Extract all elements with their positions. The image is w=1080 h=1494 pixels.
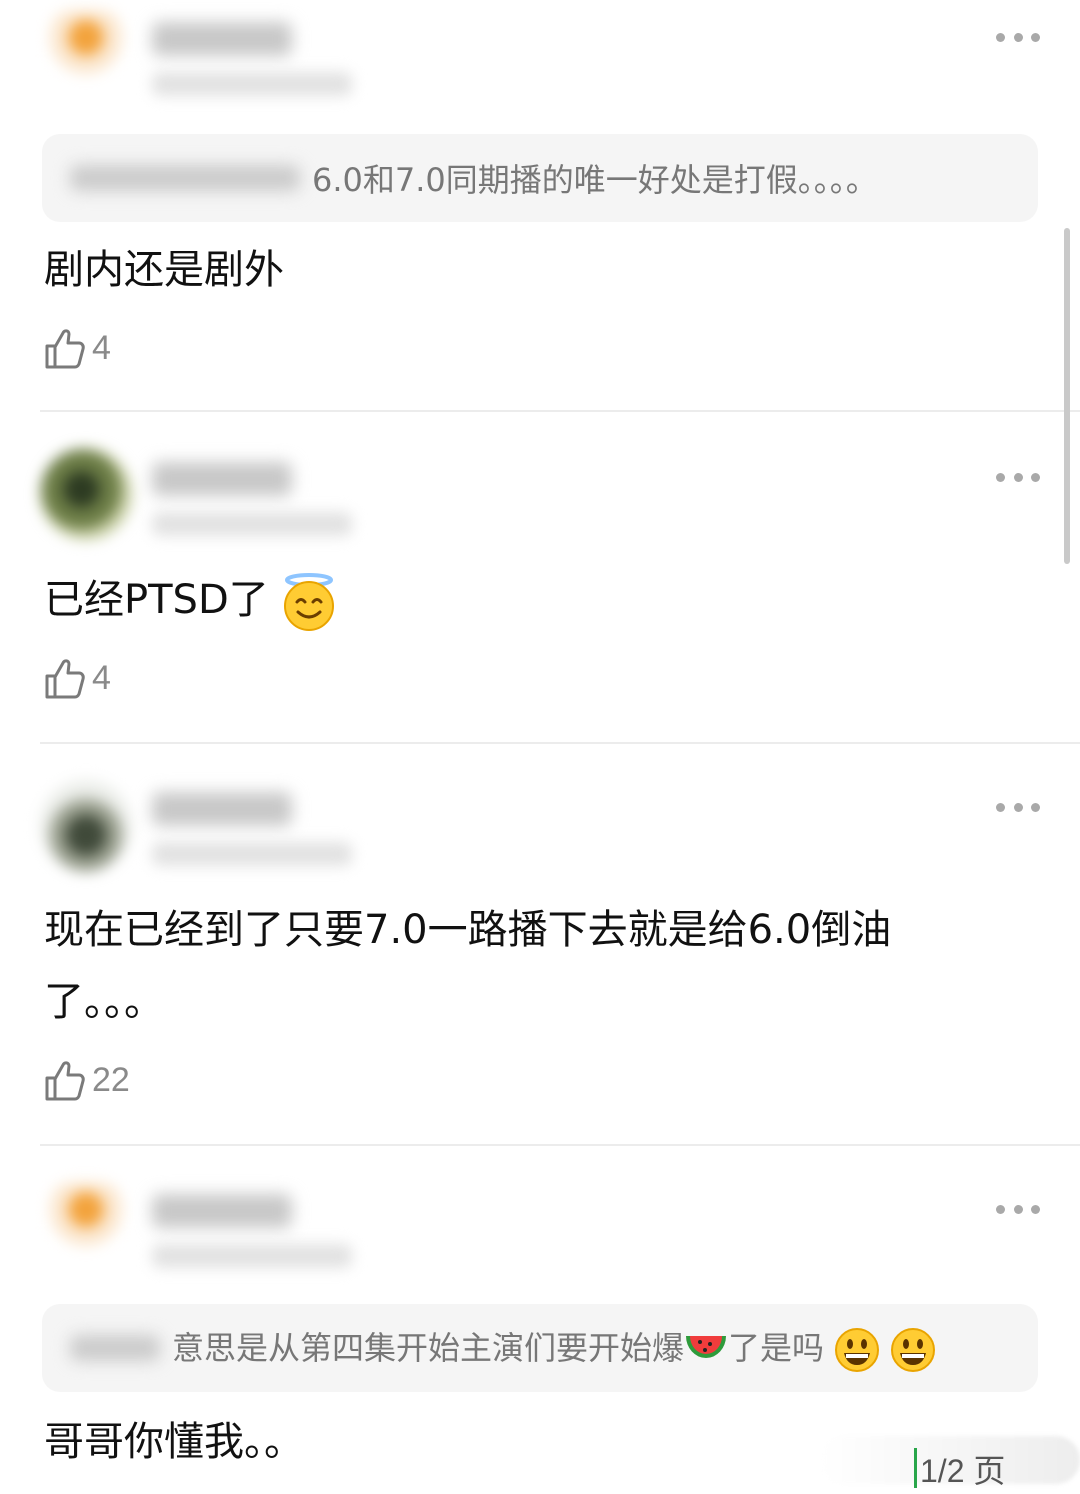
avatar[interactable]: [40, 780, 132, 872]
scrollbar[interactable]: [1064, 228, 1070, 564]
avatar[interactable]: [40, 1182, 132, 1274]
comment-header: [0, 770, 1080, 880]
quoted-text-part: 意思是从第四集开始主演们要开始爆: [172, 1329, 685, 1367]
like-count: 4: [92, 658, 111, 697]
comment-1: 6.0和7.0同期播的唯一好处是打假。。。。 剧内还是剧外 4: [0, 0, 1080, 412]
more-options-button[interactable]: [996, 26, 1040, 48]
username-blurred[interactable]: [152, 462, 292, 496]
username-blurred[interactable]: [152, 1194, 292, 1228]
timestamp-blurred: [152, 1244, 352, 1268]
comment-text: 现在已经到了只要7.0一路播下去就是给6.0倒油 了。。。: [44, 894, 891, 1038]
more-options-button[interactable]: [996, 796, 1040, 818]
comment-text: 已经PTSD了: [44, 577, 269, 623]
quoted-reply[interactable]: 意思是从第四集开始主演们要开始爆 了是吗: [42, 1304, 1038, 1392]
page-indicator[interactable]: 1/2 页: [780, 1432, 1080, 1494]
divider: [40, 1144, 1080, 1146]
comment-text-wrap: 已经PTSD了: [44, 564, 337, 636]
watermelon-emoji: [686, 1336, 727, 1358]
comment-text-line: 了。。。: [44, 979, 164, 1025]
halo-smile-emoji: [284, 573, 335, 631]
comment-header: [0, 440, 1080, 550]
username-blurred[interactable]: [152, 792, 292, 826]
comment-2: 已经PTSD了 4: [0, 440, 1080, 744]
thumbs-up-icon: [45, 329, 85, 369]
more-options-button[interactable]: [996, 1198, 1040, 1220]
like-count: 22: [92, 1060, 130, 1099]
timestamp-blurred: [152, 512, 352, 536]
comment-header: [0, 1172, 1080, 1282]
thumbs-up-icon: [45, 1061, 85, 1101]
quoted-user-blurred: [70, 165, 300, 191]
like-button[interactable]: 22: [44, 1058, 130, 1102]
grin-emoji: [891, 1328, 936, 1372]
quoted-user-blurred: [70, 1335, 160, 1361]
quoted-text-part: 了是吗: [728, 1329, 825, 1367]
grin-emoji: [835, 1328, 880, 1372]
username-blurred[interactable]: [152, 22, 292, 56]
page-indicator-text: 1/2 页: [920, 1453, 1006, 1489]
avatar[interactable]: [40, 448, 132, 540]
quoted-text: 6.0和7.0同期播的唯一好处是打假。。。。: [312, 161, 878, 199]
comment-text: 哥哥你懂我。。: [44, 1419, 304, 1465]
comment-text-line: 现在已经到了只要7.0一路播下去就是给6.0倒油: [44, 907, 892, 953]
comment-text: 剧内还是剧外: [44, 247, 284, 293]
comment-3: 现在已经到了只要7.0一路播下去就是给6.0倒油 了。。。 22: [0, 770, 1080, 1146]
divider: [40, 742, 1080, 744]
timestamp-blurred: [152, 842, 352, 866]
like-button[interactable]: 4: [44, 656, 111, 700]
thumbs-up-icon: [45, 659, 85, 699]
comment-header: [0, 0, 1080, 110]
timestamp-blurred: [152, 72, 352, 96]
like-count: 4: [92, 328, 111, 367]
quoted-reply[interactable]: 6.0和7.0同期播的唯一好处是打假。。。。: [42, 134, 1038, 222]
avatar[interactable]: [40, 10, 132, 102]
page-indicator-tick: [914, 1448, 917, 1488]
divider: [40, 410, 1080, 412]
like-button[interactable]: 4: [44, 326, 111, 370]
quoted-text: 意思是从第四集开始主演们要开始爆 了是吗: [172, 1323, 936, 1373]
more-options-button[interactable]: [996, 466, 1040, 488]
